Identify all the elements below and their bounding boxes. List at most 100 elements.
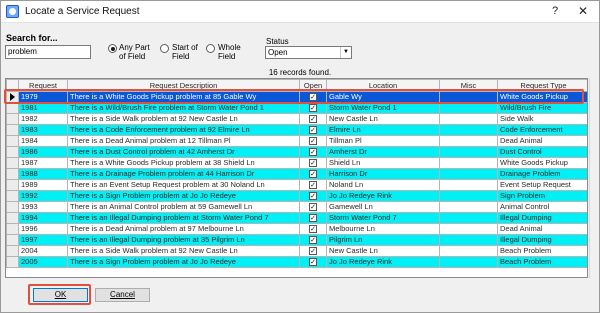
row-indicator[interactable] [6,113,19,125]
cancel-button[interactable]: Cancel [95,288,150,302]
table-row[interactable]: 1989 There is an Event Setup Request prob… [6,179,587,191]
cell-open[interactable]: ✓ [299,212,327,224]
row-indicator[interactable] [6,212,19,224]
cell-open[interactable]: ✓ [299,201,327,213]
cell-request-description: There is a White Goods Pickup problem at… [67,157,300,169]
search-input[interactable]: problem [5,45,91,59]
status-label: Status [266,37,289,46]
row-indicator[interactable] [6,245,19,257]
row-indicator[interactable] [6,124,19,136]
column-header-open[interactable]: Open [299,79,327,92]
open-checkbox-icon[interactable]: ✓ [309,93,317,102]
column-header-request[interactable]: Request [18,79,68,92]
cell-open[interactable]: ✓ [299,124,327,136]
table-row[interactable]: 2004 There is a Side Walk problem at 92 N… [6,245,587,257]
radio-start-of-field[interactable] [160,44,169,53]
table-row[interactable]: 1988 There is a Drainage Problem problem … [6,168,587,180]
table-row[interactable]: 1996 There is a Dead Animal problem at 97… [6,223,587,235]
table-header-row: Request Request Description Open Locatio… [6,79,587,92]
cell-open[interactable]: ✓ [299,168,327,180]
row-indicator[interactable] [6,168,19,180]
cell-open[interactable]: ✓ [299,157,327,169]
table-row[interactable]: 2005 There is a Sign Problem problem at J… [6,256,587,268]
row-indicator[interactable] [6,157,19,169]
open-checkbox-icon[interactable]: ✓ [309,192,317,201]
open-checkbox-icon[interactable]: ✓ [309,203,317,212]
radio-any-part-of-field[interactable] [108,44,117,53]
cell-open[interactable]: ✓ [299,102,327,114]
cell-misc [439,113,498,125]
open-checkbox-icon[interactable]: ✓ [309,214,317,223]
cell-open[interactable]: ✓ [299,256,327,268]
radio-whole-field[interactable] [206,44,215,53]
table-row[interactable]: 1979 There is a White Goods Pickup proble… [6,91,587,103]
table-row[interactable]: 1993 There is an Animal Control problem a… [6,201,587,213]
column-header-location[interactable]: Location [326,79,440,92]
column-header-request-type[interactable]: Request Type [497,79,587,92]
open-checkbox-icon[interactable]: ✓ [309,115,317,124]
locate-service-request-dialog: Locate a Service Request ? ✕ Search for.… [0,0,600,313]
table-row[interactable]: 1992 There is a Sign Problem problem at J… [6,190,587,202]
table-row[interactable]: 1983 There is a Code Enforcement problem … [6,124,587,136]
cell-open[interactable]: ✓ [299,146,327,158]
cell-request-type: Beach Problem [497,245,587,257]
table-row[interactable]: 1994 There is an Illegal Dumping problem … [6,212,587,224]
column-header-request-description[interactable]: Request Description [67,79,300,92]
row-indicator[interactable] [6,234,19,246]
help-button[interactable]: ? [541,1,569,23]
cell-request-description: There is an Illegal Dumping problem at 3… [67,234,300,246]
table-row[interactable]: 1986 There is a Dust Control problem at 4… [6,146,587,158]
cell-open[interactable]: ✓ [299,113,327,125]
row-indicator[interactable] [6,91,19,103]
cell-location: Amherst Dr [326,146,440,158]
cell-open[interactable]: ✓ [299,91,327,103]
row-indicator[interactable] [6,179,19,191]
cell-location: Jo Jo Redeye Rink [326,190,440,202]
row-indicator[interactable] [6,201,19,213]
close-button[interactable]: ✕ [569,1,597,23]
cell-open[interactable]: ✓ [299,223,327,235]
cell-request-description: There is a Dust Control problem at 42 Am… [67,146,300,158]
cell-open[interactable]: ✓ [299,179,327,191]
row-indicator[interactable] [6,223,19,235]
table-scrollbar[interactable] [589,78,597,278]
status-dropdown[interactable]: Open ▼ [265,46,352,59]
row-indicator[interactable] [6,135,19,147]
open-checkbox-icon[interactable]: ✓ [309,159,317,168]
table-row[interactable]: 1981 There is a Wild/Brush Fire problem a… [6,102,587,114]
cell-open[interactable]: ✓ [299,234,327,246]
cell-open[interactable]: ✓ [299,190,327,202]
status-value: Open [268,48,288,57]
cell-request-type: Animal Control [497,201,587,213]
cell-location: New Castle Ln [326,113,440,125]
open-checkbox-icon[interactable]: ✓ [309,137,317,146]
open-checkbox-icon[interactable]: ✓ [309,247,317,256]
table-row[interactable]: 1987 There is a White Goods Pickup proble… [6,157,587,169]
open-checkbox-icon[interactable]: ✓ [309,258,317,267]
ok-button[interactable]: OK [33,288,88,302]
row-indicator[interactable] [6,102,19,114]
open-checkbox-icon[interactable]: ✓ [309,225,317,234]
cell-misc [439,124,498,136]
table-row[interactable]: 1982 There is a Side Walk problem at 92 N… [6,113,587,125]
row-indicator[interactable] [6,146,19,158]
open-checkbox-icon[interactable]: ✓ [309,126,317,135]
requests-table: Request Request Description Open Locatio… [5,78,588,278]
cell-misc [439,91,498,103]
cell-misc [439,256,498,268]
row-indicator[interactable] [6,190,19,202]
open-checkbox-icon[interactable]: ✓ [309,181,317,190]
chevron-down-icon[interactable]: ▼ [340,47,351,58]
open-checkbox-icon[interactable]: ✓ [309,148,317,157]
row-indicator[interactable] [6,256,19,268]
open-checkbox-icon[interactable]: ✓ [309,170,317,179]
cell-open[interactable]: ✓ [299,245,327,257]
table-row[interactable]: 1984 There is a Dead Animal problem at 12… [6,135,587,147]
cell-open[interactable]: ✓ [299,135,327,147]
table-row[interactable]: 1997 There is an Illegal Dumping problem … [6,234,587,246]
cell-location: Tillman Pl [326,135,440,147]
open-checkbox-icon[interactable]: ✓ [309,104,317,113]
cell-location: Storm Water Pond 1 [326,102,440,114]
column-header-misc[interactable]: Misc [439,79,498,92]
open-checkbox-icon[interactable]: ✓ [309,236,317,245]
